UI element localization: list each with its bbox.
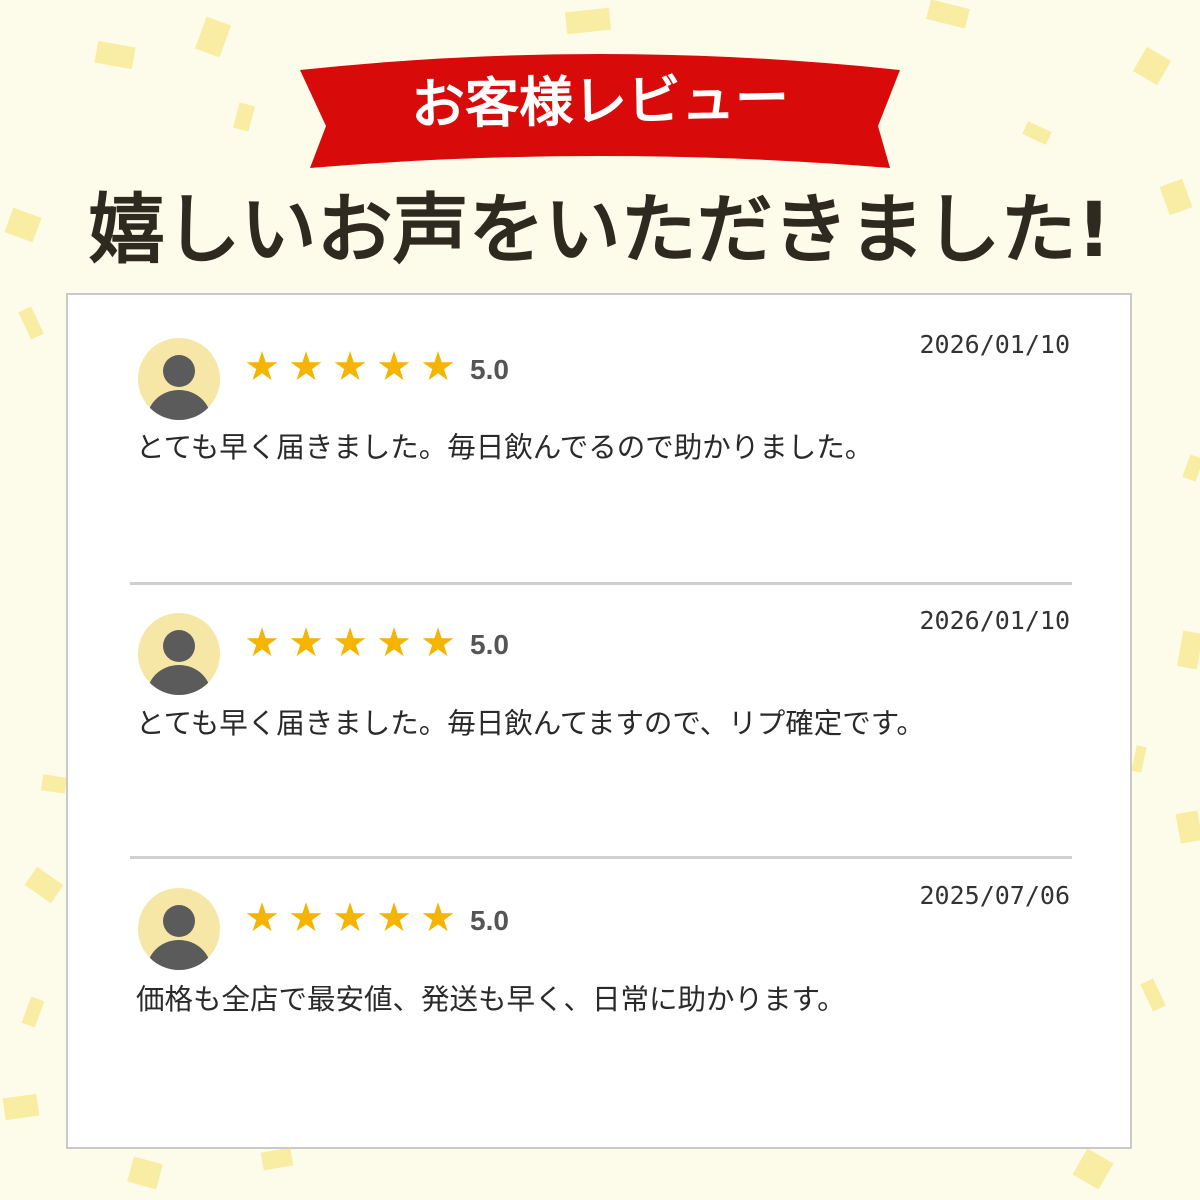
user-avatar-icon [138,888,220,970]
rating-value: 5.0 [470,905,509,936]
review-date: 2025/07/06 [919,881,1070,910]
confetti-piece [1175,810,1200,844]
confetti-piece [21,996,45,1028]
star-icon: ★ [244,344,280,390]
review-comment: とても早く届きました。毎日飲んでるので助かりました。 [136,431,874,464]
star-icon: ★ [244,895,280,941]
star-icon: ★ [376,895,412,941]
star-icon: ★ [288,620,324,666]
star-icon: ★ [332,344,368,390]
review-comment: 価格も全店で最安値、発送も早く、日常に助かります。 [136,983,846,1016]
star-rating: ★ ★ ★ ★ ★ [240,347,460,387]
banner-title: お客様レビュー [410,66,790,137]
confetti-piece [260,1147,294,1171]
reviews-card: ★ ★ ★ ★ ★ 5.0 2026/01/10 とても早く届きました。毎日飲ん… [66,293,1132,1149]
review-item: ★ ★ ★ ★ ★ 5.0 2026/01/10 とても早く届きました。毎日飲ん… [68,295,1134,570]
star-rating: ★ ★ ★ ★ ★ [240,898,460,938]
user-avatar-icon [138,613,220,695]
star-icon: ★ [376,620,412,666]
star-icon: ★ [244,620,280,666]
confetti-piece [1022,121,1052,145]
confetti-piece [1177,630,1200,670]
confetti-piece [2,1093,40,1121]
star-icon: ★ [420,895,456,941]
confetti-piece [194,16,232,58]
confetti-piece [1132,46,1172,86]
confetti-piece [1182,454,1200,482]
star-icon: ★ [288,344,324,390]
star-icon: ★ [332,620,368,666]
confetti-piece [1140,978,1166,1012]
review-date: 2026/01/10 [919,330,1070,359]
star-rating: ★ ★ ★ ★ ★ [240,623,460,663]
rating-value: 5.0 [470,354,509,385]
confetti-piece [232,102,256,132]
star-icon: ★ [420,344,456,390]
confetti-piece [1072,1148,1114,1190]
confetti-piece [94,40,136,70]
review-item: ★ ★ ★ ★ ★ 5.0 2026/01/10 とても早く届きました。毎日飲ん… [68,571,1134,846]
confetti-piece [41,774,67,794]
page-title: 嬉しいお声をいただきました! [88,185,1112,274]
rating-value: 5.0 [470,629,509,660]
review-comment: とても早く届きました。毎日飲んてますので、リプ確定です。 [136,707,925,740]
review-item: ★ ★ ★ ★ ★ 5.0 2025/07/06 価格も全店で最安値、発送も早く… [68,846,1134,1121]
review-date: 2026/01/10 [919,606,1070,635]
confetti-piece [24,866,64,904]
star-icon: ★ [376,344,412,390]
user-avatar-icon [138,338,220,420]
star-icon: ★ [288,895,324,941]
star-icon: ★ [332,895,368,941]
confetti-piece [18,306,44,340]
confetti-piece [564,7,612,35]
confetti-piece [926,0,970,29]
star-icon: ★ [420,620,456,666]
review-banner: お客様レビュー [296,40,904,172]
confetti-piece [127,1156,163,1190]
